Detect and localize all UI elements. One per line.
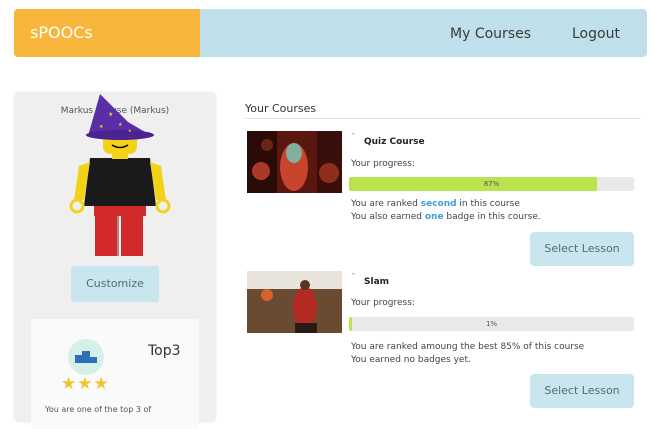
rank-text: You are ranked second in this course bbox=[351, 199, 520, 209]
tick-mark: ˉ bbox=[351, 273, 356, 283]
rank-highlight: second bbox=[420, 199, 457, 209]
progress-label: Your progress: bbox=[351, 159, 415, 169]
badge-highlight: one bbox=[424, 212, 444, 222]
course-title: Slam bbox=[364, 277, 390, 287]
progress-bar: 1% bbox=[349, 317, 634, 331]
rank-prefix: You are ranked bbox=[351, 199, 421, 209]
progress-percent: 87% bbox=[483, 180, 500, 188]
section-divider bbox=[245, 118, 641, 119]
rank-text: You are ranked amoung the best 85% of th… bbox=[351, 342, 585, 352]
rank-suffix: in this course bbox=[456, 199, 520, 209]
select-lesson-button[interactable]: Select Lesson bbox=[530, 232, 634, 266]
svg-text:★: ★ bbox=[118, 122, 123, 128]
badge-text: You earned no badges yet. bbox=[351, 355, 471, 365]
progress-percent: 1% bbox=[485, 320, 498, 328]
customize-button[interactable]: Customize bbox=[71, 266, 159, 302]
nav-logout-link[interactable]: Logout bbox=[572, 9, 620, 59]
tick-mark: ˉ bbox=[351, 133, 356, 143]
badge-title: Top3 bbox=[148, 343, 181, 359]
svg-text:★: ★ bbox=[108, 111, 113, 118]
lego-wizard-avatar: ★ ★ ★ ★ bbox=[69, 94, 171, 256]
progress-label: Your progress: bbox=[351, 298, 415, 308]
progress-bar: 87% bbox=[349, 177, 634, 191]
brand-logo[interactable]: sPOOCs bbox=[14, 9, 200, 57]
svg-text:★: ★ bbox=[99, 124, 104, 130]
course-card: ˉ Quiz Course Your progress: 87% You are… bbox=[245, 131, 640, 271]
badge-text: You also earned one badge in this course… bbox=[351, 212, 541, 222]
course-thumbnail[interactable] bbox=[247, 271, 342, 333]
course-title: Quiz Course bbox=[364, 137, 425, 147]
nav-my-courses-link[interactable]: My Courses bbox=[450, 9, 531, 59]
badge-suffix: badge in this course. bbox=[443, 212, 541, 222]
svg-text:★: ★ bbox=[128, 128, 132, 133]
badge-prefix: You also earned bbox=[351, 212, 425, 222]
select-lesson-button[interactable]: Select Lesson bbox=[530, 374, 634, 408]
course-thumbnail[interactable] bbox=[247, 131, 342, 193]
top-navbar: sPOOCs My Courses Logout bbox=[14, 9, 647, 57]
rating-stars: ★★★ bbox=[61, 374, 110, 394]
course-card: ˉ Slam Your progress: 1% You are ranked … bbox=[245, 271, 640, 413]
courses-heading: Your Courses bbox=[245, 102, 317, 115]
podium-icon bbox=[68, 339, 104, 375]
profile-panel: Markus Krause (Markus) ★ ★ ★ ★ Customize bbox=[14, 92, 216, 429]
